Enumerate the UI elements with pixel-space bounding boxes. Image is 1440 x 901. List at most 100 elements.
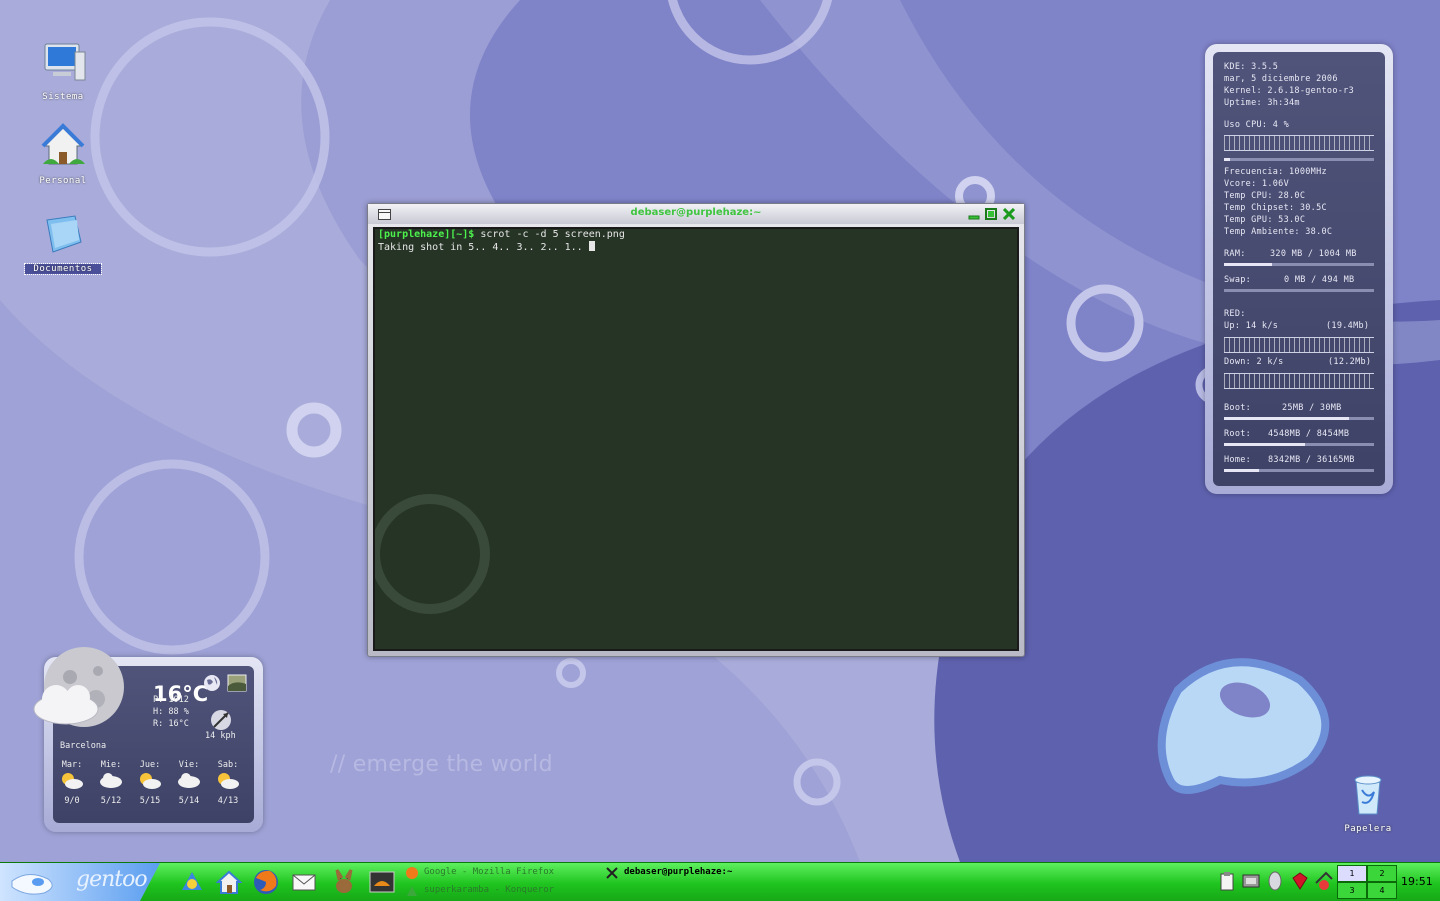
forecast-day-name: Mie:: [100, 760, 122, 770]
cpu-graph: [1224, 135, 1374, 151]
ruby-icon[interactable]: [1290, 871, 1310, 891]
start-menu-button[interactable]: gentoo: [0, 863, 160, 901]
pager-desktop-3[interactable]: 3: [1337, 882, 1367, 899]
uptime: Uptime: 3h:34m: [1224, 98, 1300, 108]
documents-folder-icon: [46, 215, 82, 253]
swap-bar: [1224, 289, 1374, 292]
terminal-command: scrot -c -d 5 screen.png: [474, 229, 625, 240]
root-label: Root:: [1224, 429, 1252, 439]
cpu-frequency: Frecuencia: 1000MHz: [1224, 167, 1327, 177]
terminal-icon[interactable]: [368, 868, 396, 896]
home-bar: [1224, 469, 1374, 472]
globe-icon[interactable]: [203, 674, 221, 692]
weather-widget[interactable]: 16°C P: 1012 H: 88 % R: 16°C 14 kph Barc…: [33, 647, 263, 832]
clipboard-icon[interactable]: [1217, 871, 1237, 891]
close-icon[interactable]: [1003, 208, 1015, 220]
mail-icon[interactable]: [290, 868, 318, 896]
clock[interactable]: 19:51: [1401, 875, 1433, 888]
swap-label: Swap:: [1224, 275, 1252, 285]
desktop-icon-label: Documentos: [24, 263, 102, 275]
forecast-day: Mar: 9/0: [55, 760, 89, 806]
pager-desktop-1[interactable]: 1: [1337, 865, 1367, 882]
terminal-cursor: [588, 241, 595, 251]
terminal-window[interactable]: debaser@purplehaze:~ [purplehaze][~]$ sc…: [367, 203, 1025, 657]
root-bar-fill: [1224, 443, 1305, 446]
firefox-icon[interactable]: [252, 868, 280, 896]
konqueror-small-icon: [407, 886, 417, 896]
pressure: P: 1012: [153, 695, 189, 705]
forecast-day: Jue: 5/15: [133, 760, 167, 806]
current-date: mar, 5 diciembre 2006: [1224, 74, 1338, 84]
gentoo-logo-icon: [11, 874, 53, 895]
task-terminal[interactable]: debaser@purplehaze:~: [624, 867, 732, 877]
ram-value: 320 MB / 1004 MB: [1270, 249, 1357, 259]
trash-icon: [1354, 775, 1382, 815]
forecast-day: Mie: 5/12: [94, 760, 128, 806]
window-title: debaser@purplehaze:~: [630, 207, 762, 218]
system-monitor-widget[interactable]: KDE: 3.5.5 mar, 5 diciembre 2006 Kernel:…: [1205, 44, 1393, 494]
ram-bar-fill: [1224, 263, 1272, 266]
satellite-image-icon[interactable]: [227, 674, 247, 692]
boot-label: Boot:: [1224, 403, 1252, 413]
forecast-temps: 4/13: [217, 796, 239, 806]
task-firefox[interactable]: Google - Mozilla Firefox: [424, 867, 554, 877]
system-monitor-body: KDE: 3.5.5 mar, 5 diciembre 2006 Kernel:…: [1213, 52, 1385, 486]
forecast-day-name: Mar:: [61, 760, 83, 770]
minimize-icon[interactable]: [968, 208, 980, 220]
terminal-output[interactable]: [purplehaze][~]$ scrot -c -d 5 screen.pn…: [373, 227, 1019, 651]
cpu-usage: Uso CPU: 4 %: [1224, 120, 1290, 130]
amarok-icon[interactable]: [330, 868, 358, 896]
download-graph: [1224, 373, 1374, 389]
temp-cpu: Temp CPU: 28.0C: [1224, 191, 1306, 201]
home-icon[interactable]: [215, 868, 243, 896]
forecast-day-name: Sab:: [217, 760, 239, 770]
root-value: 4548MB / 8454MB: [1268, 429, 1350, 439]
partly-sunny-icon: [140, 773, 161, 789]
pager-desktop-4[interactable]: 4: [1367, 882, 1397, 899]
desktop-icon-personal[interactable]: Personal: [25, 122, 101, 186]
terminal-prompt: [purplehaze][~]$: [378, 229, 475, 240]
humidity: H: 88 %: [153, 707, 189, 717]
download-total: (12.2Mb): [1328, 357, 1372, 367]
bluetooth-icon[interactable]: [1265, 871, 1285, 891]
forecast-day-name: Jue:: [139, 760, 161, 770]
cpu-bar: [1224, 158, 1374, 161]
terminal-output-text: Taking shot in 5.. 4.. 3.. 2.. 1..: [378, 242, 589, 253]
feels-like: R: 16°C: [153, 719, 189, 729]
ram-bar: [1224, 263, 1374, 266]
x-terminal-icon: [606, 867, 618, 879]
taskbar: gentoo Google - Mozilla Firefox superkar…: [0, 862, 1440, 901]
pager-desktop-2[interactable]: 2: [1367, 865, 1397, 882]
maximize-icon[interactable]: [985, 208, 997, 220]
task-konqueror[interactable]: superkaramba - Konqueror: [424, 885, 554, 895]
cloud-icon: [100, 773, 122, 788]
forecast-temps: 9/0: [64, 796, 80, 806]
gentoo-brand: gentoo: [76, 867, 148, 892]
desktop-icon-papelera[interactable]: Papelera: [1330, 770, 1406, 834]
firefox-small-icon: [406, 867, 418, 879]
upload-total: (19.4Mb): [1326, 321, 1370, 331]
kde-home-icon[interactable]: [178, 868, 206, 896]
desktop-icon-sistema[interactable]: Sistema: [25, 38, 101, 102]
city-name: Barcelona: [60, 741, 107, 751]
cloud-icon: [178, 773, 200, 788]
terminal-command-line: [purplehaze][~]$ scrot -c -d 5 screen.pn…: [375, 229, 1017, 241]
boot-bar-fill: [1224, 417, 1349, 420]
desktop-icon-documentos[interactable]: Documentos: [24, 210, 102, 275]
root-bar: [1224, 443, 1374, 446]
terminal-titlebar[interactable]: debaser@purplehaze:~: [368, 204, 1024, 224]
desktop-pager[interactable]: 1 2 3 4: [1337, 865, 1397, 899]
moon-cloud-icon: [33, 647, 124, 727]
forecast-day: Vie: 5/14: [172, 760, 206, 806]
home-folder-icon: [41, 123, 85, 165]
desktop-icon-label: Personal: [39, 176, 87, 186]
wind-speed: 14 kph: [205, 731, 236, 741]
network-icon[interactable]: [1241, 871, 1261, 891]
forecast-temps: 5/14: [178, 796, 200, 806]
desktop-icon-label: Sistema: [42, 92, 84, 102]
home-label: Home:: [1224, 455, 1252, 465]
kmix-volume-icon[interactable]: [1314, 871, 1334, 891]
desktop-icon-label: Papelera: [1344, 824, 1392, 834]
partly-sunny-icon: [218, 773, 239, 789]
forecast-day-name: Vie:: [178, 760, 200, 770]
